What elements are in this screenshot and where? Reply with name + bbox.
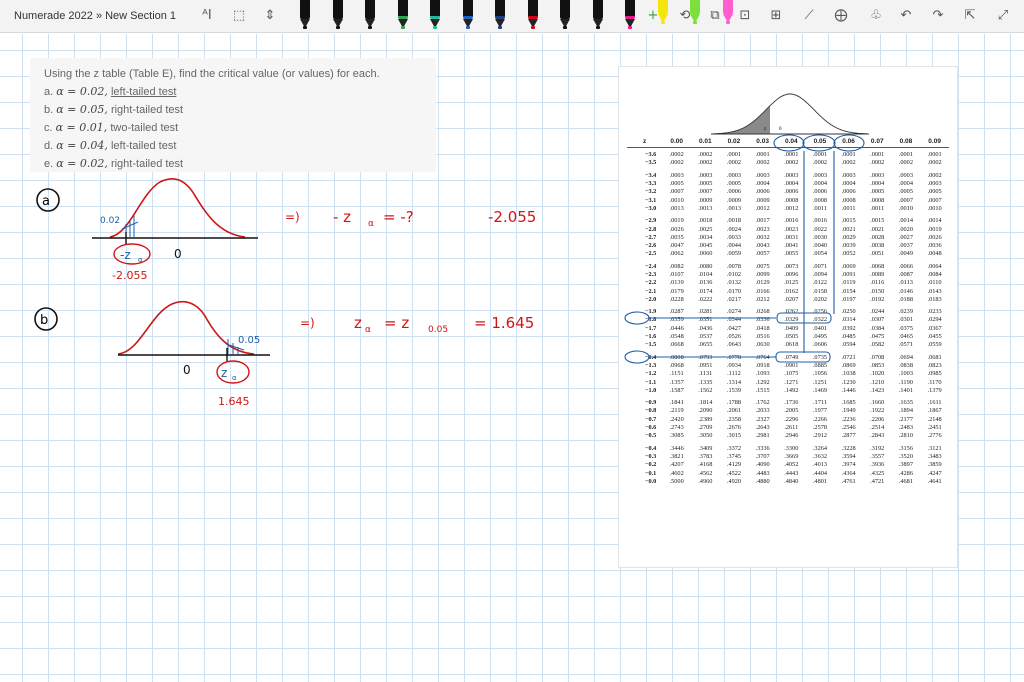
cell-box-1-6 — [775, 351, 831, 363]
ink-to-text-icon[interactable]: ⧉ — [707, 8, 723, 24]
part-b-arrow: =) — [300, 316, 315, 330]
pen-red[interactable] — [521, 0, 544, 32]
table-annotations — [624, 134, 865, 364]
pen-black-3[interactable] — [363, 0, 377, 30]
part-b-alpha-sub: α — [232, 374, 237, 382]
expand-icon[interactable]: ⤢ — [995, 8, 1011, 24]
row-minus-2-0-circle — [624, 311, 650, 325]
part-b-answer: = 1.645 — [474, 314, 534, 332]
ink-math-icon[interactable]: ⊞ — [768, 8, 784, 24]
ribbon-toolbar: Numerade 2022 » New Section 1 ᴬI ⬚ ⇕ + ⟲… — [0, 0, 1024, 33]
part-a-shading — [121, 215, 139, 238]
math-icon[interactable]: ⨁ — [833, 8, 849, 24]
part-b-sub-val: 0.05 — [428, 325, 448, 335]
part-a-tail-area: 0.02 — [100, 216, 120, 226]
part-b-zero: 0 — [183, 363, 191, 377]
breadcrumb[interactable]: Numerade 2022 » New Section 1 — [14, 10, 176, 22]
part-a-zero: 0 — [174, 247, 182, 261]
col-004-circle — [773, 134, 805, 152]
plus-icon[interactable]: + — [645, 8, 661, 24]
pen-navy[interactable] — [493, 0, 507, 30]
col-006-circle — [833, 134, 865, 152]
lasso-icon[interactable]: ⬚ — [231, 8, 247, 24]
part-b-z: z — [221, 366, 227, 380]
part-a-eq1: - z — [333, 208, 351, 226]
part-b-eq-mid: = z — [384, 314, 409, 332]
insert-space-icon[interactable]: ⇕ — [262, 8, 278, 24]
pen-blue[interactable] — [461, 0, 475, 30]
part-b-label: b — [40, 313, 48, 328]
notebook-canvas[interactable]: Using the z table (Table E), find the cr… — [0, 34, 1024, 682]
row-minus-1-6-circle — [624, 350, 650, 364]
part-a-arrow: =) — [285, 210, 300, 224]
redo-icon[interactable]: ↷ — [930, 8, 946, 24]
part-a-value-under: -2.055 — [112, 269, 147, 282]
pen-magenta[interactable] — [623, 0, 637, 30]
pen-black-5[interactable] — [591, 0, 605, 30]
part-a-work: a 0.02 -z α 0 -2.055 =) - z α = -? -2.05… — [36, 178, 536, 282]
part-b-eq-z: z — [354, 314, 362, 332]
ruler-icon[interactable]: ⟋ — [801, 8, 817, 24]
part-b-eq-sub: α — [365, 325, 371, 335]
part-a-eq1-sub: α — [368, 219, 374, 229]
part-a-answer: -2.055 — [488, 208, 536, 226]
part-b-tail-area: 0.05 — [238, 335, 260, 346]
pen-teal[interactable] — [428, 0, 442, 30]
part-a-alpha-sub: α — [138, 256, 143, 264]
undo-icon[interactable]: ↶ — [898, 8, 914, 24]
part-a-neg-z: -z — [120, 248, 131, 262]
part-a-label: a — [42, 194, 50, 209]
pen-black-2[interactable] — [331, 0, 345, 30]
ink-to-shape-icon[interactable]: ⟲ — [677, 8, 693, 24]
part-a-eq1-tail: = -? — [383, 208, 414, 226]
pen-green[interactable] — [396, 0, 410, 30]
tag-icon[interactable]: ♧ — [868, 8, 884, 24]
ink-layer: a 0.02 -z α 0 -2.055 =) - z α = -? -2.05… — [34, 134, 865, 408]
part-b-value-under: 1.645 — [218, 395, 250, 408]
text-select-icon[interactable]: ᴬI — [199, 8, 215, 24]
part-b-work: b 0.05 0 z α 1.645 =) z α = z 0.05 = 1.6… — [34, 300, 534, 408]
pen-black[interactable] — [298, 0, 312, 30]
ink-replay-icon[interactable]: ⊡ — [737, 8, 753, 24]
share-icon[interactable]: ⇱ — [962, 8, 978, 24]
col-005-circle — [802, 134, 836, 152]
pen-black-4[interactable] — [558, 0, 572, 30]
